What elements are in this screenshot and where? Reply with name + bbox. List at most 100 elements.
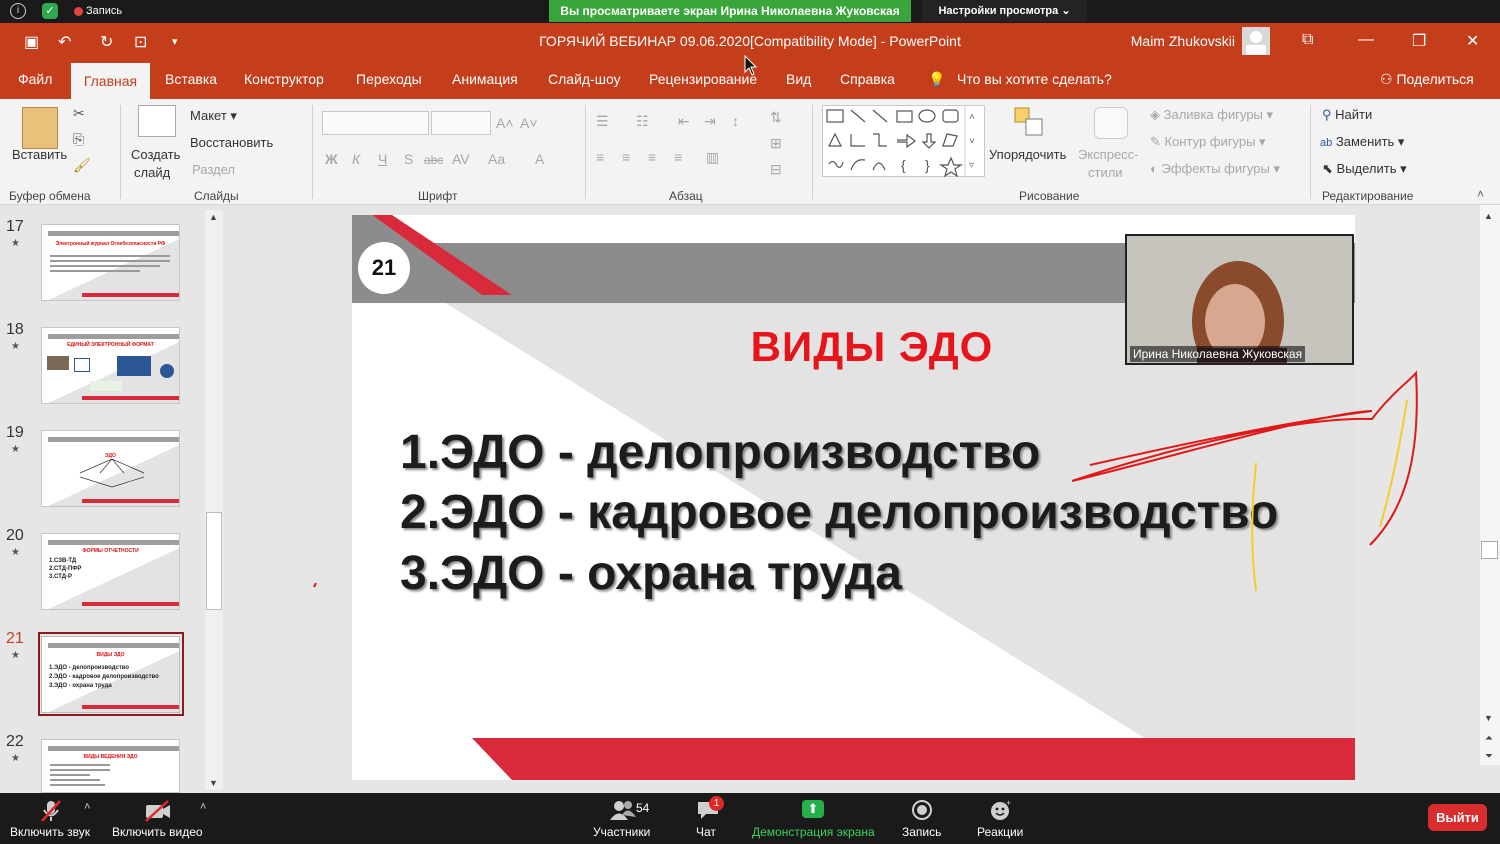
minimize-icon[interactable]: —	[1358, 31, 1374, 49]
participants-icon[interactable]	[610, 799, 636, 827]
start-video-button[interactable]: Включить видео	[112, 825, 203, 839]
font-color-button[interactable]: A	[535, 151, 544, 167]
line-spacing-icon[interactable]: ↕	[732, 113, 739, 129]
underline-button[interactable]: Ч	[378, 151, 387, 167]
replace-button[interactable]: ab Заменить ▾	[1320, 134, 1404, 150]
char-spacing-button[interactable]: AV	[452, 151, 470, 167]
avatar[interactable]	[1242, 27, 1270, 55]
shapes-gallery[interactable]: { } ˄ ˅ ▿	[822, 105, 985, 178]
tab-home[interactable]: Главная	[71, 63, 150, 99]
tab-design[interactable]: Конструктор	[244, 71, 324, 87]
recording-indicator[interactable]: Запись	[64, 3, 130, 20]
scroll-down-icon[interactable]: ▼	[1484, 713, 1493, 723]
align-right-icon[interactable]: ≡	[648, 149, 656, 165]
leave-meeting-button[interactable]: Выйти	[1428, 804, 1487, 831]
share-screen-button[interactable]: Демонстрация экрана	[752, 825, 875, 839]
shape-effects-button[interactable]: ◐ Эффекты фигуры ▾	[1150, 161, 1280, 177]
grow-font-icon[interactable]: A˄	[496, 115, 514, 131]
close-icon[interactable]: ✕	[1466, 31, 1479, 51]
tab-slideshow[interactable]: Слайд-шоу	[548, 71, 621, 87]
tab-view[interactable]: Вид	[786, 71, 811, 87]
audio-options-chevron-icon[interactable]: ˄	[84, 801, 90, 813]
paste-icon[interactable]	[22, 107, 58, 149]
security-shield-icon[interactable]: ✓	[42, 3, 58, 19]
reactions-button[interactable]: Реакции	[977, 825, 1023, 839]
present-icon[interactable]: ⊡	[134, 32, 147, 52]
slide-scrollbar[interactable]: ▲ ▼ ⏶ ⏷	[1480, 205, 1500, 765]
text-direction-icon[interactable]: ⇅	[770, 109, 782, 126]
find-button[interactable]: ⚲ Найти	[1322, 107, 1372, 123]
cut-icon[interactable]: ✂	[73, 105, 85, 122]
format-painter-icon[interactable]: 🖌	[73, 157, 91, 174]
select-button[interactable]: ⬉ Выделить ▾	[1322, 161, 1407, 177]
decrease-indent-icon[interactable]: ⇤	[678, 113, 690, 130]
tab-help[interactable]: Справка	[840, 71, 895, 87]
undo-icon[interactable]: ↶	[58, 32, 71, 52]
justify-icon[interactable]: ≡	[674, 149, 682, 165]
arrange-icon[interactable]	[1014, 107, 1048, 139]
align-center-icon[interactable]: ≡	[622, 149, 630, 165]
zoom-top-bar: i ✓ Запись Вы просматриваете экран Ирина…	[0, 0, 1500, 23]
shadow-button[interactable]: S	[404, 151, 413, 167]
increase-indent-icon[interactable]: ⇥	[704, 113, 716, 130]
italic-button[interactable]: К	[352, 151, 360, 167]
strikethrough-button[interactable]: abc	[424, 153, 443, 167]
scroll-up-icon[interactable]: ▲	[1484, 211, 1493, 221]
view-options-button[interactable]: Настройки просмотра ⌄	[922, 0, 1087, 22]
section-button[interactable]: Раздел	[192, 162, 235, 177]
smartart-icon[interactable]: ⊟	[770, 161, 782, 178]
redo-icon[interactable]: ↻	[100, 32, 113, 52]
user-name[interactable]: Maim Zhukovskii	[1110, 33, 1235, 49]
quick-styles-icon[interactable]	[1094, 107, 1128, 139]
shape-fill-button[interactable]: ◈ Заливка фигуры ▾	[1150, 107, 1273, 123]
columns-icon[interactable]: ▥	[706, 149, 719, 166]
tell-me-search[interactable]: Что вы хотите сделать?	[957, 71, 1112, 87]
tab-transitions[interactable]: Переходы	[356, 71, 422, 87]
new-slide-icon[interactable]	[138, 105, 176, 137]
collapse-ribbon-icon[interactable]: ˄	[1477, 187, 1484, 201]
reset-button[interactable]: Восстановить	[190, 135, 273, 150]
previous-slide-icon[interactable]: ⏶	[1485, 733, 1493, 744]
record-button[interactable]: Запись	[902, 825, 941, 839]
shape-outline-button[interactable]: ✎ Контур фигуры ▾	[1150, 134, 1266, 150]
svg-text:˅: ˅	[969, 136, 975, 147]
font-name-combo[interactable]	[322, 111, 429, 135]
paste-button[interactable]: Вставить	[12, 147, 67, 162]
unmute-button[interactable]: Включить звук	[10, 825, 90, 839]
restore-icon[interactable]: ❐	[1412, 31, 1426, 51]
copy-icon[interactable]: ⎘	[73, 131, 84, 148]
new-slide-button[interactable]: Создать	[131, 147, 180, 162]
editing-group-label: Редактирование	[1322, 189, 1414, 203]
quick-styles-button[interactable]: Экспресс-	[1078, 147, 1139, 162]
change-case-button[interactable]: Aa	[488, 151, 505, 167]
video-options-chevron-icon[interactable]: ˄	[200, 801, 206, 813]
paragraph-group-label: Абзац	[669, 189, 703, 203]
next-slide-icon[interactable]: ⏷	[1485, 751, 1493, 762]
record-icon[interactable]	[910, 799, 934, 827]
customize-qat-icon[interactable]: ▾	[172, 35, 178, 48]
tab-insert[interactable]: Вставка	[165, 71, 217, 87]
align-text-icon[interactable]: ⊞	[770, 135, 782, 152]
share-button[interactable]: ⚇ Поделиться	[1380, 71, 1474, 88]
mouse-cursor-icon	[744, 55, 758, 76]
svg-text:˄: ˄	[969, 112, 975, 123]
tab-file[interactable]: Файл	[18, 71, 52, 87]
font-size-combo[interactable]	[431, 111, 491, 135]
tab-review[interactable]: Рецензирование	[649, 71, 757, 87]
tab-animations[interactable]: Анимация	[452, 71, 518, 87]
info-icon[interactable]: i	[10, 3, 26, 19]
bold-button[interactable]: Ж	[325, 151, 338, 167]
align-left-icon[interactable]: ≡	[596, 149, 604, 165]
participants-button[interactable]: Участники	[593, 825, 650, 839]
bullets-icon[interactable]: ☰	[596, 113, 609, 130]
arrange-button[interactable]: Упорядочить	[989, 147, 1066, 162]
reactions-icon[interactable]: +	[988, 798, 1014, 827]
ribbon-display-icon[interactable]: ⧉	[1302, 31, 1313, 49]
chat-button[interactable]: Чат	[696, 825, 716, 839]
share-screen-icon[interactable]: ⬆	[802, 800, 824, 818]
shrink-font-icon[interactable]: A˅	[520, 115, 538, 131]
save-icon[interactable]: ▣	[24, 32, 39, 52]
numbering-icon[interactable]: ☷	[636, 113, 649, 130]
layout-button[interactable]: Макет ▾	[190, 108, 237, 124]
scrollbar-thumb[interactable]	[1481, 541, 1498, 559]
